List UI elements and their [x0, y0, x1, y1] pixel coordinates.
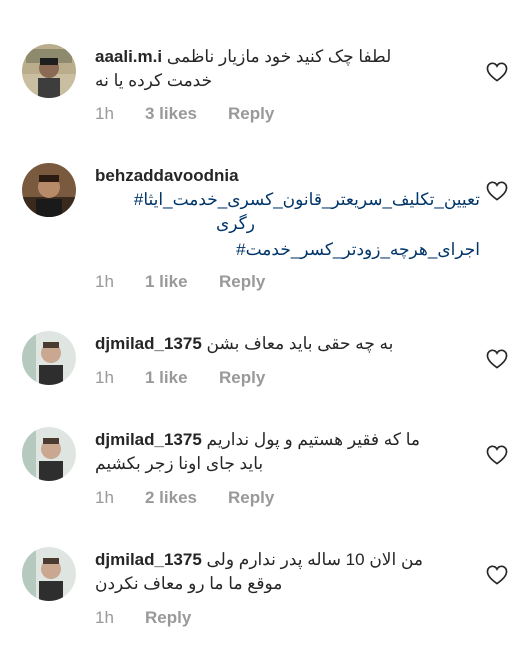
like-heart-icon[interactable] — [486, 181, 508, 201]
comment-likes[interactable]: 3 likes — [145, 104, 197, 124]
comment-text: aaali.m.i لطفا چک کنید خود مازیار ناظمی … — [95, 45, 462, 93]
comment-body-line: لطفا چک کنید خود مازیار ناظمی — [166, 47, 392, 66]
comment-username[interactable]: aaali.m.i — [95, 47, 162, 66]
comment-time: 1h — [95, 368, 114, 387]
comment-body-line: ما که فقیر هستیم و پول نداریم — [206, 430, 420, 449]
like-heart-icon[interactable] — [486, 349, 508, 369]
reply-button[interactable]: Reply — [219, 368, 265, 388]
avatar[interactable] — [22, 44, 76, 98]
comment-likes[interactable]: 2 likes — [145, 488, 197, 508]
avatar[interactable] — [22, 163, 76, 217]
comment-username[interactable]: djmilad_1375 — [95, 550, 202, 569]
comment-text: djmilad_1375 ما که فقیر هستیم و پول ندار… — [95, 428, 462, 476]
comment-likes[interactable]: 1 like — [145, 272, 188, 292]
reply-button[interactable]: Reply — [228, 104, 274, 124]
comment-body-line: من الان 10 ساله پدر ندارم ولی — [206, 550, 423, 569]
comment-username[interactable]: djmilad_1375 — [95, 334, 202, 353]
comment-time: 1h — [95, 104, 114, 123]
avatar[interactable] — [22, 547, 76, 601]
comment-body-line: باید جای اونا زجر بکشیم — [95, 454, 264, 473]
hashtag-link[interactable]: تعیین_تکلیف_سریعتر_قانون_کسری_خدمت_ایثا# — [134, 190, 480, 209]
comment-username[interactable]: djmilad_1375 — [95, 430, 202, 449]
comment-text: djmilad_1375 به چه حقی باید معاف بشن — [95, 332, 462, 356]
reply-button[interactable]: Reply — [228, 488, 274, 508]
like-heart-icon[interactable] — [486, 445, 508, 465]
comment-time: 1h — [95, 488, 114, 507]
like-heart-icon[interactable] — [486, 565, 508, 585]
hashtag-link[interactable]: اجرای_هرچه_زودتر_کسر_خدمت# — [236, 240, 480, 259]
comment-username[interactable]: behzaddavoodnia — [95, 166, 239, 185]
like-heart-icon[interactable] — [486, 62, 508, 82]
comment-text: djmilad_1375 من الان 10 ساله پدر ندارم و… — [95, 548, 462, 596]
avatar[interactable] — [22, 331, 76, 385]
avatar[interactable] — [22, 427, 76, 481]
reply-button[interactable]: Reply — [219, 272, 265, 292]
comment-body-line: به چه حقی باید معاف بشن — [206, 334, 394, 353]
comment-time: 1h — [95, 272, 114, 291]
hashtag-link[interactable]: رگری — [216, 214, 255, 233]
comment-time: 1h — [95, 608, 114, 627]
comment-text: behzaddavoodnia تعیین_تکلیف_سریعتر_قانون… — [95, 164, 480, 262]
comment-body-line: موقع ما ما رو معاف نکردن — [95, 574, 283, 593]
comment-body-line: خدمت کرده یا نه — [95, 71, 213, 90]
comment-likes[interactable]: 1 like — [145, 368, 188, 388]
reply-button[interactable]: Reply — [145, 608, 191, 628]
